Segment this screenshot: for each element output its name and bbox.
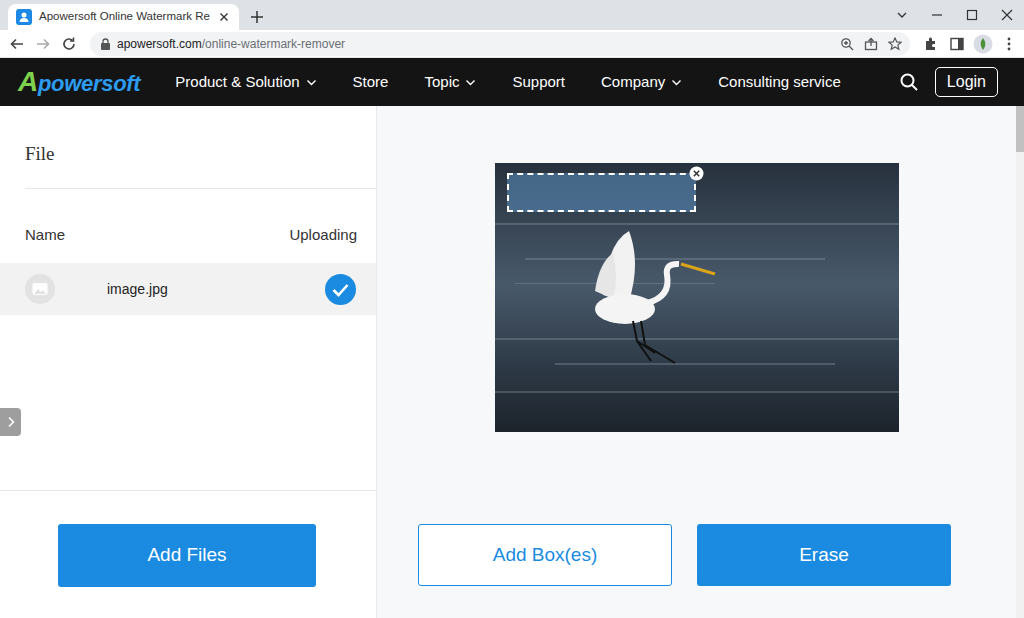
logo[interactable]: Apowersoft [18,61,140,103]
nav-item[interactable]: Company [601,71,682,94]
login-button[interactable]: Login [935,67,998,97]
tab-search-icon[interactable] [884,0,919,30]
back-icon[interactable] [6,33,28,55]
reload-icon[interactable] [58,33,80,55]
erase-button[interactable]: Erase [697,524,951,586]
add-box-button[interactable]: Add Box(es) [418,524,672,586]
chevron-down-icon [465,77,476,88]
main-area: File Name Uploading image.jpg Add Files [0,106,1024,618]
file-row[interactable]: image.jpg [0,263,376,315]
panel-title: File [0,106,376,188]
address-row: apowersoft.com/online-watermark-remover [0,30,1024,58]
photo [495,163,899,432]
browser-tab[interactable]: Apowersoft Online Watermark Re [8,4,239,30]
nav-menu: Product & Solution Store Topic Support Compa… [175,71,840,94]
image-file-icon [25,274,55,304]
scrollbar-thumb[interactable] [1016,106,1024,152]
collapse-arrow-icon[interactable] [0,408,21,436]
close-tab-icon[interactable] [217,10,231,24]
remove-box-icon[interactable] [689,166,704,181]
tab-strip: Apowersoft Online Watermark Re [0,0,1024,30]
zoom-icon[interactable] [840,37,854,51]
scrollbar[interactable] [1016,106,1024,618]
lock-icon [100,38,111,50]
nav-item[interactable]: Store [353,71,389,94]
nav-label: Product & Solution [175,71,299,94]
editor-panel: Add Box(es) Erase [377,106,1016,618]
nav-item[interactable]: Product & Solution [175,71,316,94]
close-window-icon[interactable] [989,0,1024,30]
search-icon[interactable] [899,72,919,92]
file-panel-footer: Add Files [0,490,376,618]
minimize-icon[interactable] [919,0,954,30]
url-path: /online-watermark-remover [202,35,345,53]
new-tab-icon[interactable] [243,4,271,30]
share-icon[interactable] [864,37,878,51]
tab-title: Apowersoft Online Watermark Re [39,8,210,25]
url-host: apowersoft.com [117,35,202,53]
maximize-icon[interactable] [954,0,989,30]
upload-status [325,274,356,305]
extensions-icon[interactable] [920,33,942,55]
side-panel-icon[interactable] [946,33,968,55]
url: apowersoft.com/online-watermark-remover [117,35,345,53]
menu-icon[interactable] [998,33,1020,55]
omnibox-actions [840,37,902,51]
nav-item[interactable]: Consulting service [718,71,841,94]
nav-label: Topic [424,71,459,94]
profile-icon[interactable] [972,33,994,55]
nav-label: Consulting service [718,71,841,94]
add-files-button[interactable]: Add Files [58,524,316,587]
column-header: Name [25,224,65,247]
window-controls [884,0,1024,30]
site-navbar: Apowersoft Product & Solution Store Topic S… [0,58,1024,106]
forward-icon[interactable] [32,33,54,55]
editor-buttons: Add Box(es) Erase [418,524,951,586]
nav-label: Store [353,71,389,94]
column-headers: Name Uploading [0,189,376,263]
address-bar[interactable]: apowersoft.com/online-watermark-remover [90,32,910,56]
nav-label: Company [601,71,665,94]
nav-item[interactable]: Support [512,71,565,94]
file-name: image.jpg [107,279,168,300]
column-header: Uploading [289,224,357,247]
check-icon [325,274,356,305]
file-panel: File Name Uploading image.jpg Add Files [0,106,377,618]
favicon-icon [16,9,32,25]
divider [25,188,376,189]
bookmark-star-icon[interactable] [888,37,902,51]
nav-label: Support [512,71,565,94]
spacer [0,315,376,490]
selection-box[interactable] [507,173,696,212]
nav-item[interactable]: Topic [424,71,476,94]
chevron-down-icon [671,77,682,88]
file-list: image.jpg [0,263,376,315]
chevron-down-icon [306,77,317,88]
